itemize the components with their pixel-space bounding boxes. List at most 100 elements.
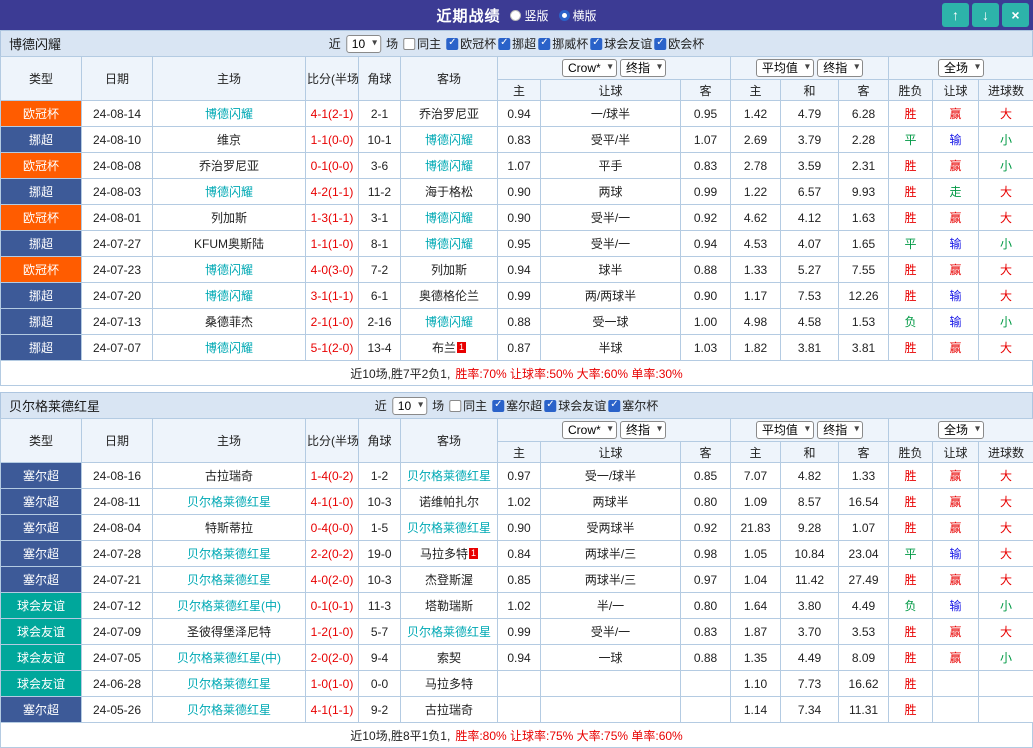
league-badge: 塞尔超 <box>1 541 82 567</box>
layout-radio-selected[interactable]: 横版 <box>559 7 597 24</box>
match-row: 塞尔超24-07-21贝尔格莱德红星4-0(2-0)10-3杰登斯渥0.85两球… <box>1 567 1033 593</box>
radio-icon[interactable] <box>559 10 570 21</box>
team-name: 博德闪耀 <box>205 107 253 121</box>
asian-home-odds: 0.85 <box>498 567 541 593</box>
euro-win-odds: 1.35 <box>731 645 781 671</box>
league-filter-checkbox[interactable]: 挪超 <box>498 35 536 52</box>
close-button[interactable]: × <box>1002 3 1029 27</box>
away-team-cell: 诺维帕扎尔 <box>401 489 498 515</box>
recent-count-select[interactable]: 10 <box>392 397 427 415</box>
asian-home-odds: 0.97 <box>498 463 541 489</box>
recent-count-select[interactable]: 10 <box>346 35 381 53</box>
euro-company-select[interactable]: 平均值 <box>756 59 814 77</box>
euro-odds-group: 平均值 终指 <box>731 419 889 442</box>
date-cell: 24-08-16 <box>82 463 153 489</box>
team-name: 贝尔格莱德红星 <box>187 573 271 587</box>
team-name: 奥德格伦兰 <box>419 289 479 303</box>
euro-lose-odds: 12.26 <box>839 283 889 309</box>
league-filter-checkbox[interactable]: 塞尔杯 <box>608 397 658 414</box>
checkbox-checked-icon[interactable] <box>590 38 602 50</box>
corner-cell: 9-4 <box>359 645 401 671</box>
league-filter-checkbox[interactable]: 挪威杯 <box>538 35 588 52</box>
score-cell: 5-1(2-0) <box>306 335 359 361</box>
checkbox-checked-icon[interactable] <box>654 38 666 50</box>
move-down-button[interactable]: ↓ <box>972 3 999 27</box>
euro-time-select[interactable]: 终指 <box>817 421 863 439</box>
league-filter-checkbox[interactable]: 欧冠杯 <box>446 35 496 52</box>
league-filter-checkbox[interactable]: 球会友谊 <box>544 397 606 414</box>
league-filter-checkbox[interactable]: 塞尔超 <box>492 397 542 414</box>
home-team-cell: 博德闪耀 <box>153 179 306 205</box>
euro-lose-odds: 11.31 <box>839 697 889 723</box>
match-row: 欧冠杯24-08-01列加斯1-3(1-1)3-1博德闪耀0.90受半/一0.9… <box>1 205 1033 231</box>
match-row: 塞尔超24-05-26贝尔格莱德红星4-1(1-1)9-2古拉瑞奇1.147.3… <box>1 697 1033 723</box>
corner-cell: 2-1 <box>359 101 401 127</box>
corner-cell: 2-16 <box>359 309 401 335</box>
title-group: 近期战绩 竖版横版 <box>436 5 596 26</box>
checkbox-checked-icon[interactable] <box>446 38 458 50</box>
league-filter-checkbox[interactable]: 球会友谊 <box>590 35 652 52</box>
checkbox-checked-icon[interactable] <box>608 400 620 412</box>
checkbox-icon[interactable] <box>403 38 415 50</box>
asian-away-odds: 0.88 <box>681 645 731 671</box>
team-name: 杰登斯渥 <box>425 573 473 587</box>
score-cell: 0-4(0-0) <box>306 515 359 541</box>
goals-result-cell: 小 <box>979 127 1033 153</box>
odds-time-select[interactable]: 终指 <box>620 421 666 439</box>
euro-time-select[interactable]: 终指 <box>817 59 863 77</box>
odds-company-select[interactable]: Crow* <box>562 59 617 77</box>
handicap-cell: 一/球半 <box>541 101 681 127</box>
league-badge: 欧冠杯 <box>1 257 82 283</box>
team-name: 博德闪耀 <box>425 133 473 147</box>
checkbox-checked-icon[interactable] <box>538 38 550 50</box>
euro-company-select[interactable]: 平均值 <box>756 421 814 439</box>
checkbox-checked-icon[interactable] <box>544 400 556 412</box>
team-name: 古拉瑞奇 <box>425 703 473 717</box>
move-up-button[interactable]: ↑ <box>942 3 969 27</box>
match-row: 球会友谊24-07-05贝尔格莱德红星(中)2-0(2-0)9-4索契0.94一… <box>1 645 1033 671</box>
handicap-cell: 平手 <box>541 153 681 179</box>
corner-cell: 1-2 <box>359 463 401 489</box>
scope-select[interactable]: 全场 <box>938 421 984 439</box>
handicap-result-cell: 输 <box>933 309 979 335</box>
league-filter-checkbox[interactable]: 欧会杯 <box>654 35 704 52</box>
col-home: 主场 <box>153 419 306 463</box>
goals-result-cell <box>979 697 1033 723</box>
home-team-cell: 乔治罗尼亚 <box>153 153 306 179</box>
layout-radio-option[interactable]: 竖版 <box>510 7 548 24</box>
euro-lose-odds: 2.28 <box>839 127 889 153</box>
league-badge: 挪超 <box>1 309 82 335</box>
match-row: 球会友谊24-07-12贝尔格莱德红星(中)0-1(0-1)11-3塔勒瑞斯1.… <box>1 593 1033 619</box>
euro-draw-odds: 4.49 <box>781 645 839 671</box>
league-badge: 塞尔超 <box>1 567 82 593</box>
euro-draw-odds: 3.79 <box>781 127 839 153</box>
result-cell: 胜 <box>889 515 933 541</box>
checkbox-icon[interactable] <box>449 400 461 412</box>
corner-cell: 13-4 <box>359 335 401 361</box>
asian-away-odds: 0.85 <box>681 463 731 489</box>
asian-away-odds: 1.03 <box>681 335 731 361</box>
score-cell: 4-1(1-0) <box>306 489 359 515</box>
radio-icon[interactable] <box>510 10 521 21</box>
euro-draw-odds: 3.81 <box>781 335 839 361</box>
team-name: 贝尔格莱德红星(中) <box>177 651 281 665</box>
euro-win-odds: 1.10 <box>731 671 781 697</box>
goals-result-cell: 大 <box>979 567 1033 593</box>
checkbox-checked-icon[interactable] <box>492 400 504 412</box>
result-cell: 胜 <box>889 697 933 723</box>
same-home-filter[interactable]: 同主 <box>403 35 441 52</box>
team-name: 博德闪耀 <box>205 185 253 199</box>
asian-home-odds: 1.02 <box>498 489 541 515</box>
odds-time-select[interactable]: 终指 <box>620 59 666 77</box>
handicap-result-cell: 输 <box>933 593 979 619</box>
section-header: 贝尔格莱德红星 近 10 场 同主 塞尔超球会友谊塞尔杯 <box>0 392 1033 418</box>
scope-select[interactable]: 全场 <box>938 59 984 77</box>
team-name: 特斯蒂拉 <box>205 521 253 535</box>
same-home-filter[interactable]: 同主 <box>449 397 487 414</box>
handicap-result-cell <box>933 671 979 697</box>
checkbox-checked-icon[interactable] <box>498 38 510 50</box>
match-row: 球会友谊24-07-09圣彼得堡泽尼特1-2(1-0)5-7贝尔格莱德红星0.9… <box>1 619 1033 645</box>
col-date: 日期 <box>82 57 153 101</box>
odds-company-select[interactable]: Crow* <box>562 421 617 439</box>
handicap-result-cell: 赢 <box>933 619 979 645</box>
